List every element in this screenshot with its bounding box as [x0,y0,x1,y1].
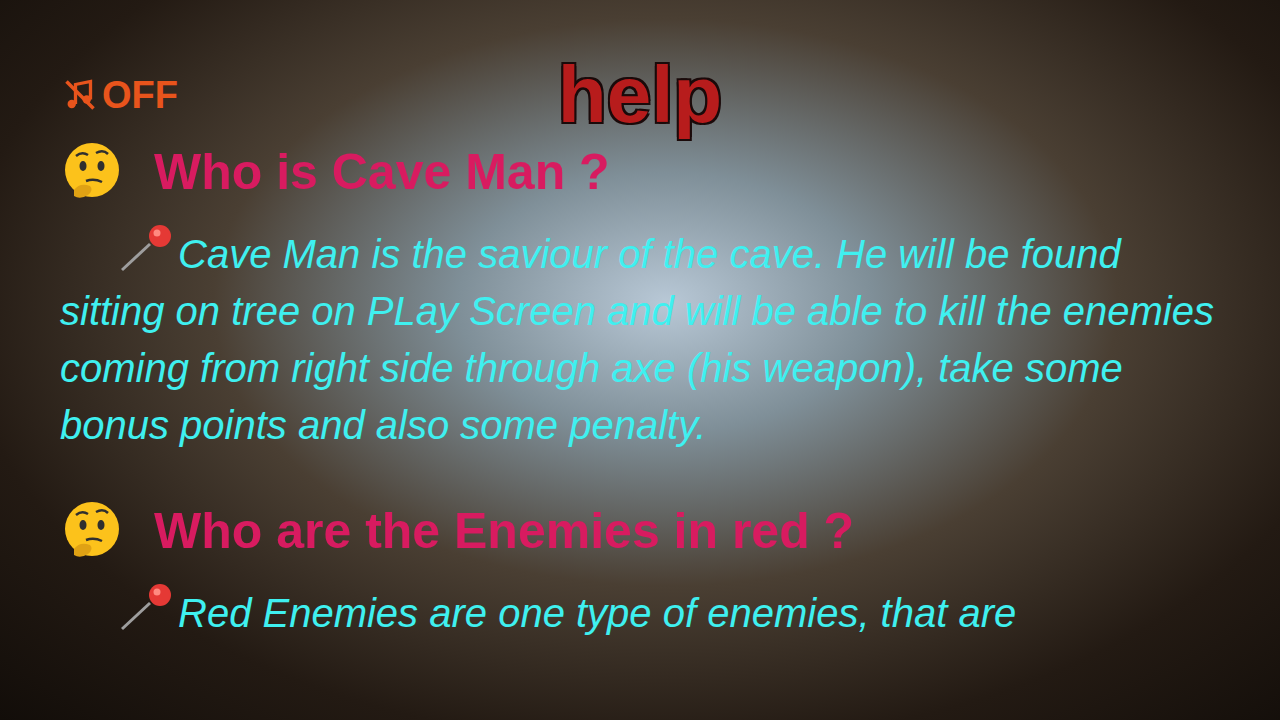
pushpin-icon [116,581,178,633]
pushpin-icon [116,222,178,274]
thinking-face-icon [60,499,124,563]
section-question: Who are the Enemies in red ? [60,499,1220,563]
help-content: Who is Cave Man ? Cave Man is the saviour… [0,135,1280,720]
help-section: Who are the Enemies in red ? Red Enemies … [60,499,1220,642]
header: OFF help [0,0,1280,135]
page-title: help [558,55,722,135]
section-question: Who is Cave Man ? [60,140,1220,204]
help-section: Who is Cave Man ? Cave Man is the saviour… [60,140,1220,454]
music-off-icon [62,77,98,113]
thinking-face-icon [60,140,124,204]
sound-label: OFF [102,76,178,114]
sound-toggle[interactable]: OFF [62,76,178,114]
section-answer: Red Enemies are one type of enemies, tha… [60,581,1220,642]
help-screen: OFF helpWho is Cave Man ? Cave Man is the … [0,0,1280,720]
section-answer: Cave Man is the saviour of the cave. He … [60,222,1220,454]
